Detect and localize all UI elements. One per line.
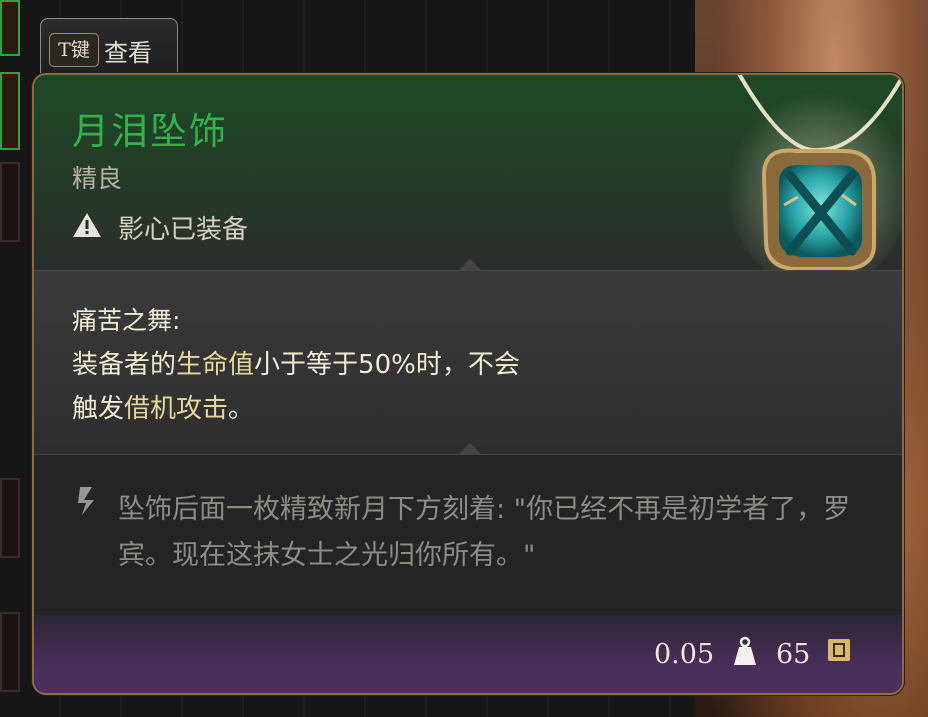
weight-icon: [734, 636, 756, 665]
item-weight: 0.05: [654, 639, 715, 670]
passive-title: 痛苦之舞:: [72, 306, 181, 335]
passive-description: 装备者的生命值小于等于50%时，不会触发借机攻击。: [72, 343, 672, 431]
passive-section: 痛苦之舞: 装备者的生命值小于等于50%时，不会触发借机攻击。: [34, 271, 902, 455]
tooltip-footer: 0.05 65: [34, 615, 902, 693]
hp-keyword[interactable]: 生命值: [176, 350, 254, 380]
lore-text: 坠饰后面一枚精致新月下方刻着: "你已经不再是初学者了，罗宾。现在这抹女士之光归…: [118, 494, 851, 571]
inspect-label: 查看: [104, 39, 152, 67]
inventory-slot[interactable]: [0, 72, 20, 150]
item-name: 月泪坠饰: [72, 110, 228, 153]
item-price: 65: [776, 639, 811, 670]
passive-text: 装备者的: [72, 350, 177, 380]
inventory-slot[interactable]: [0, 162, 20, 242]
gold-icon: [828, 639, 850, 661]
attack-of-opportunity-keyword[interactable]: 借机攻击: [124, 394, 228, 424]
t-key-hint: T键: [49, 33, 99, 67]
divider-notch: [458, 259, 482, 271]
divider-notch: [458, 443, 482, 455]
inspect-tab[interactable]: T键 查看: [40, 18, 178, 81]
passive-text: 。: [228, 394, 255, 424]
warning-icon: [73, 213, 101, 237]
passive-text: 触发: [72, 394, 125, 424]
quill-icon: [78, 487, 94, 515]
inventory-slot[interactable]: [0, 478, 20, 558]
equipped-status: 影心已装备: [118, 215, 249, 245]
lore-section: 坠饰后面一枚精致新月下方刻着: "你已经不再是初学者了，罗宾。现在这抹女士之光归…: [34, 455, 902, 615]
inventory-slot[interactable]: [0, 0, 20, 56]
inventory-slot[interactable]: [0, 612, 20, 692]
tooltip-header: 月泪坠饰 精良 影心已装备: [34, 75, 902, 285]
item-rarity: 精良: [72, 164, 123, 193]
item-tooltip: 月泪坠饰 精良 影心已装备 痛苦之舞: 装备者的生命值小于等于50%时，不会 触…: [32, 73, 904, 695]
pendant-icon: [727, 75, 902, 285]
passive-text: 小于等于50%时，不会: [254, 350, 520, 380]
